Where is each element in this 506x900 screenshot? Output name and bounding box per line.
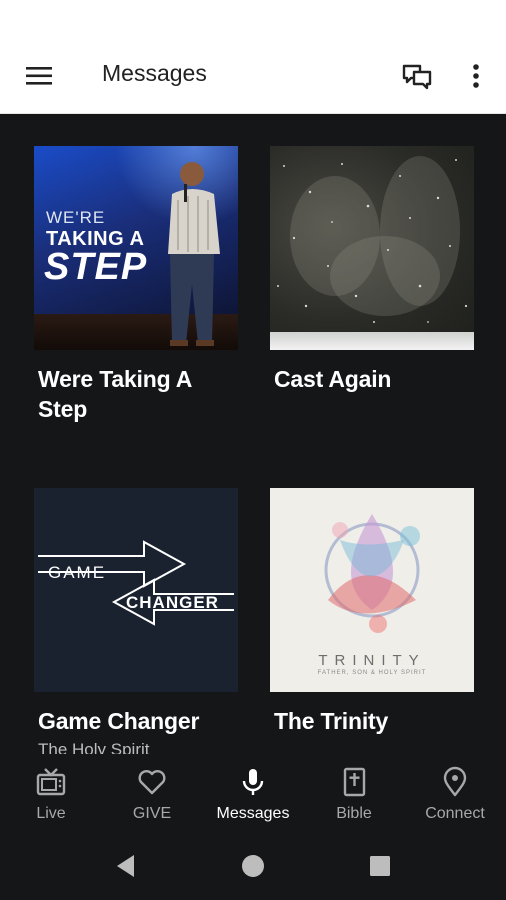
message-card-cast-again[interactable]: Cast Again bbox=[270, 146, 474, 394]
location-pin-icon bbox=[443, 766, 467, 797]
message-card-game-changer[interactable]: GAME CHANGER Game Changer The Holy Spiri… bbox=[34, 488, 238, 754]
nav-item-bible[interactable]: Bible bbox=[304, 754, 404, 830]
message-title: Game Changer bbox=[38, 708, 200, 734]
message-thumbnail bbox=[270, 146, 474, 350]
nav-label: Live bbox=[36, 805, 66, 822]
more-vertical-icon[interactable] bbox=[458, 58, 494, 94]
page-title: Messages bbox=[102, 60, 207, 86]
nav-item-give[interactable]: GIVE bbox=[102, 754, 202, 830]
nav-item-live[interactable]: Live bbox=[1, 754, 101, 830]
bible-icon bbox=[343, 767, 366, 797]
snow-overlay bbox=[277, 159, 468, 323]
heart-icon bbox=[138, 770, 166, 795]
recents-icon[interactable] bbox=[364, 850, 396, 882]
message-title: The Trinity bbox=[274, 708, 389, 734]
home-icon[interactable] bbox=[237, 850, 269, 882]
message-subtitle: The Holy Spirit bbox=[38, 740, 150, 754]
nav-label: Connect bbox=[425, 805, 485, 822]
thumb-text: STEP bbox=[44, 246, 148, 288]
message-title: Cast Again bbox=[274, 366, 392, 392]
status-bar bbox=[0, 0, 506, 38]
nav-item-connect[interactable]: Connect bbox=[405, 754, 505, 830]
nav-item-messages[interactable]: Messages bbox=[203, 754, 303, 830]
message-card-were-taking-a-step[interactable]: WE'RE TAKING A STEP Were Taking A Step bbox=[34, 146, 238, 424]
message-title: Were Taking A Step bbox=[38, 366, 192, 422]
thumb-text: WE'RE bbox=[46, 208, 106, 227]
app-bar: Messages bbox=[0, 38, 506, 114]
back-icon[interactable] bbox=[110, 850, 142, 882]
thumb-text: TRINITY bbox=[318, 652, 426, 669]
microphone-icon bbox=[242, 769, 264, 795]
chat-bubbles-icon[interactable] bbox=[398, 58, 436, 94]
message-thumbnail: GAME CHANGER bbox=[34, 488, 238, 692]
message-thumbnail: TRINITY FATHER, SON & HOLY SPIRIT bbox=[270, 488, 474, 692]
trinity-knot-art bbox=[324, 514, 420, 633]
nav-label: Bible bbox=[336, 805, 372, 822]
message-thumbnail: WE'RE TAKING A STEP bbox=[34, 146, 238, 350]
system-navigation-bar bbox=[0, 830, 506, 900]
game-changer-arrows bbox=[38, 540, 234, 626]
messages-grid: WE'RE TAKING A STEP Were Taking A Step C… bbox=[0, 114, 506, 754]
thumb-text: GAME bbox=[48, 563, 107, 582]
speaker-figure bbox=[168, 162, 220, 346]
thumb-text: FATHER, SON & HOLY SPIRIT bbox=[317, 670, 427, 676]
tv-icon bbox=[36, 768, 66, 796]
thumb-text: CHANGER bbox=[126, 593, 219, 612]
hamburger-menu-icon[interactable] bbox=[20, 58, 60, 94]
message-card-the-trinity[interactable]: TRINITY FATHER, SON & HOLY SPIRIT The Tr… bbox=[270, 488, 474, 736]
nav-label: GIVE bbox=[132, 805, 172, 822]
bottom-navigation: Live GIVE Messages Bible Connect bbox=[0, 754, 506, 830]
nav-label: Messages bbox=[216, 805, 290, 822]
